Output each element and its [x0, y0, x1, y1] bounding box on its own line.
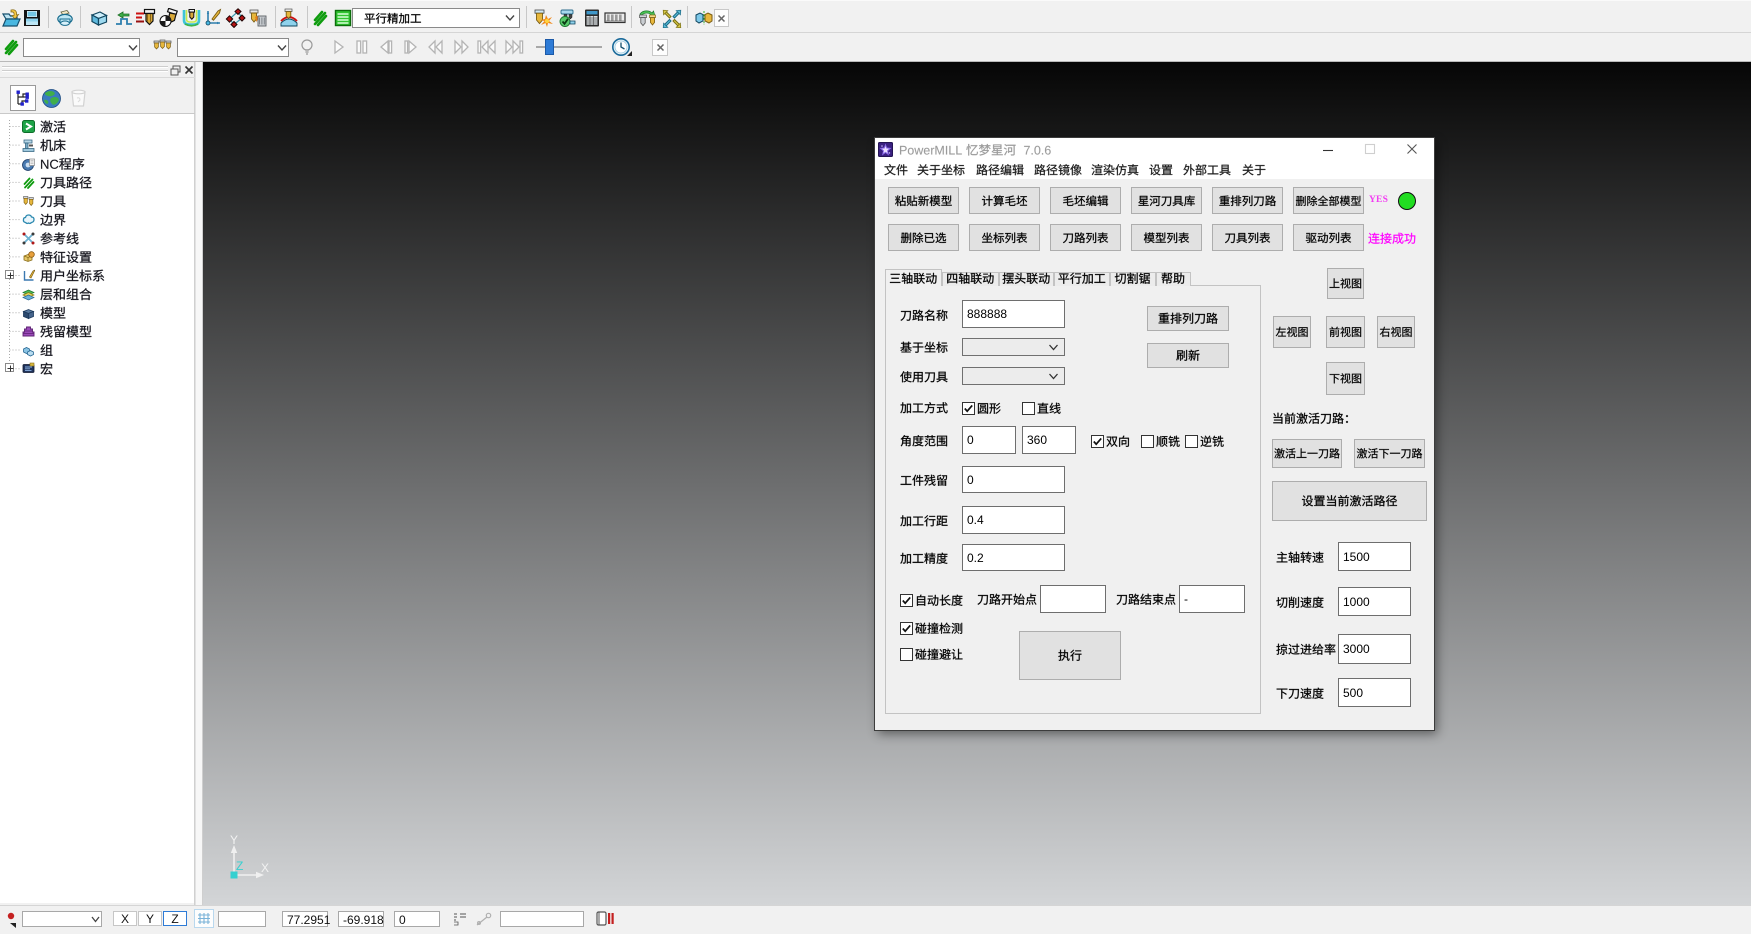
svg-text:Z: Z	[236, 859, 243, 873]
svg-text:Y: Y	[230, 833, 238, 847]
svg-text:X: X	[261, 861, 269, 875]
